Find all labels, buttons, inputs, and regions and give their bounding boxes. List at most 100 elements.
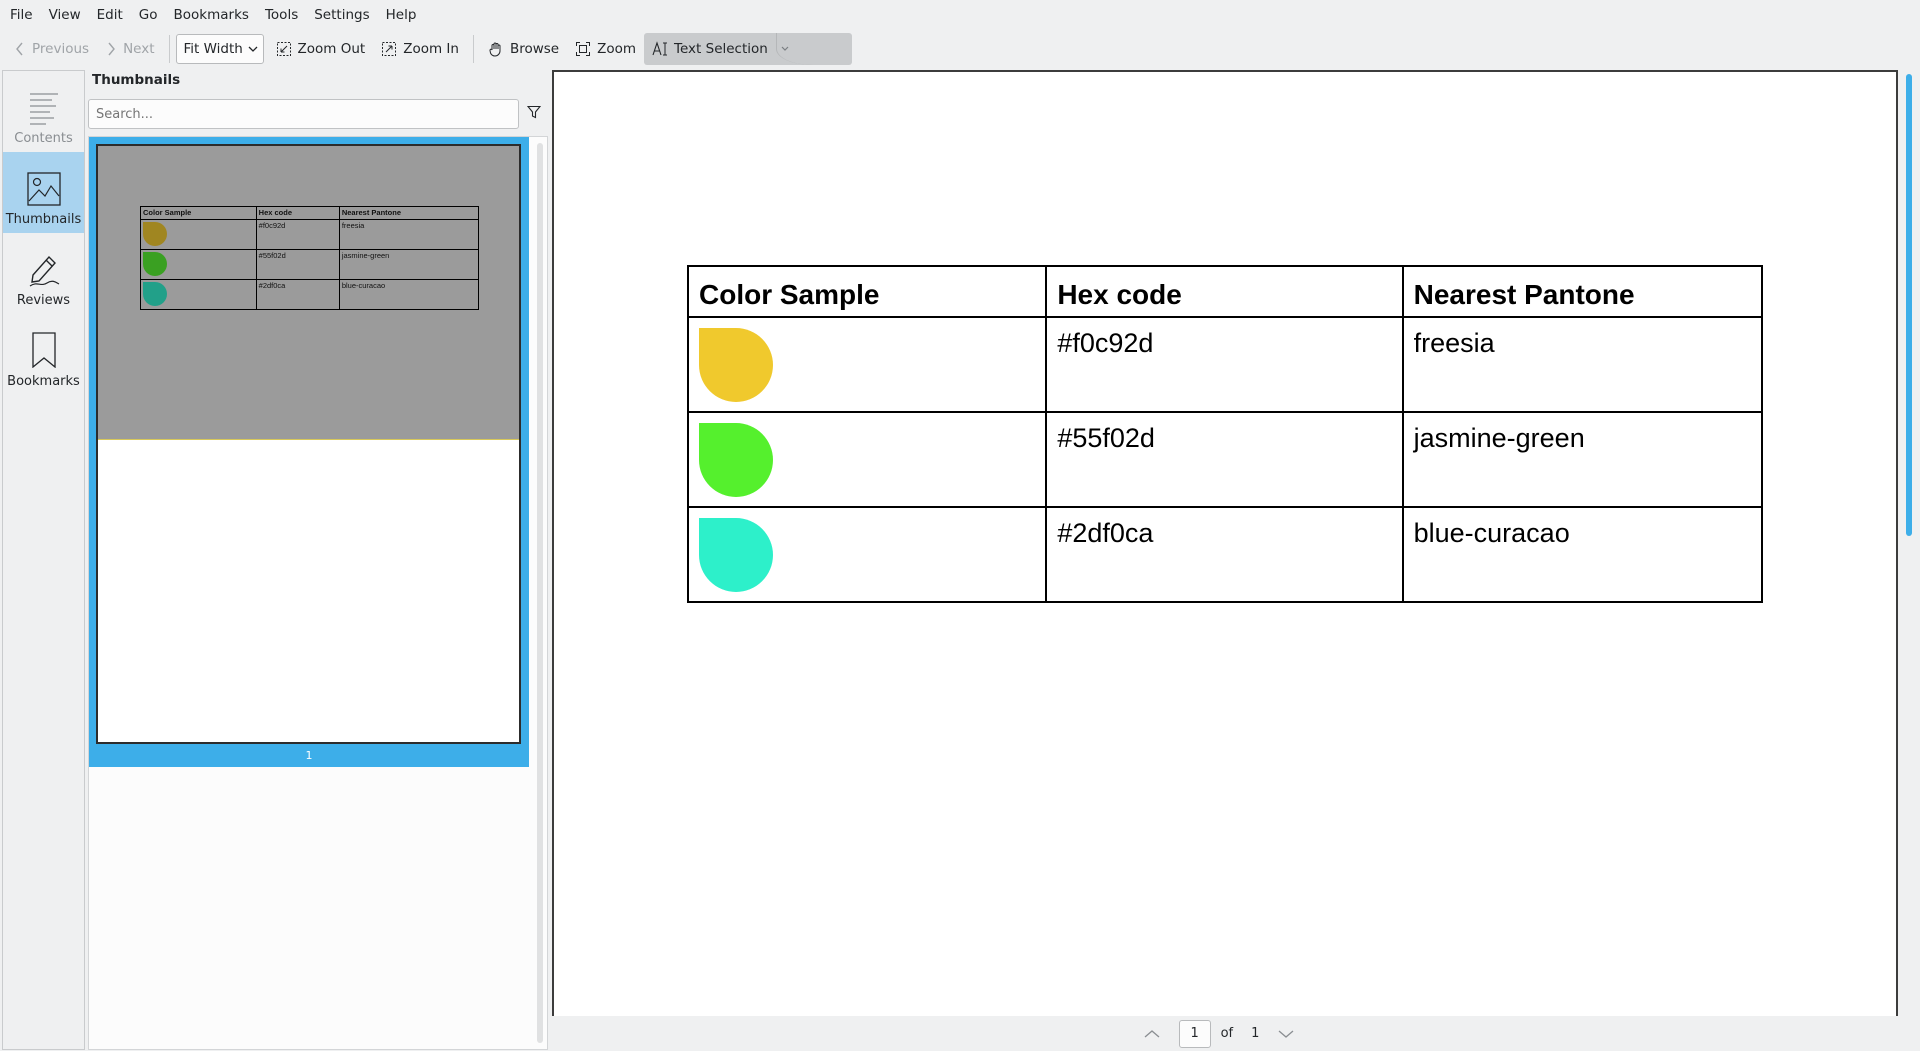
browse-tool-button[interactable]: Browse: [480, 33, 567, 65]
chevron-right-icon: [108, 42, 115, 56]
chevron-up-icon[interactable]: [1143, 1028, 1161, 1040]
text-selection-label: Text Selection: [674, 41, 768, 57]
zoom-out-button[interactable]: Zoom Out: [268, 33, 374, 65]
thumbnail-page-preview: Color Sample Hex code Nearest Pantone #f…: [96, 144, 521, 744]
table-row: #f0c92d freesia: [686, 316, 1764, 413]
text-selection-dropdown[interactable]: [775, 33, 850, 65]
cell-pantone: freesia: [1401, 316, 1764, 413]
zoom-area-icon: [576, 42, 591, 56]
next-label: Next: [123, 41, 155, 57]
thumb-header-hex-code: Hex code: [255, 206, 340, 220]
sidebar-item-contents[interactable]: Contents: [3, 71, 84, 152]
text-selection-tool-button[interactable]: Text Selection: [644, 33, 852, 65]
thumb-cell-sample: [140, 279, 257, 310]
page-of-label: of: [1220, 1026, 1234, 1041]
menu-view[interactable]: View: [41, 0, 89, 30]
thumb-cell-pantone: jasmine-green: [338, 249, 480, 280]
cell-color-sample: [686, 506, 1048, 603]
chevron-down-icon: [781, 46, 789, 51]
document-view: Color Sample Hex code Nearest Pantone #f…: [552, 70, 1920, 1020]
zoom-in-label: Zoom In: [403, 41, 459, 57]
thumbnails-panel: Thumbnails Color Sample Hex code Nearest…: [86, 70, 548, 1050]
cell-hex-code: #55f02d: [1045, 411, 1404, 508]
zoom-out-label: Zoom Out: [297, 41, 366, 57]
color-swatch: [699, 328, 773, 402]
sidebar-item-thumbnails[interactable]: Thumbnails: [3, 152, 84, 233]
header-hex-code: Hex code: [1045, 265, 1404, 318]
pagination-bar: 1 of 1: [552, 1016, 1920, 1051]
previous-button[interactable]: Previous: [6, 33, 97, 65]
pen-icon: [29, 255, 59, 287]
thumb-cell-pantone: blue-curacao: [338, 279, 480, 310]
thumbnails-icon: [26, 172, 61, 206]
cell-color-sample: [686, 411, 1048, 508]
cell-pantone: blue-curacao: [1401, 506, 1764, 603]
thumbnail-page-1[interactable]: Color Sample Hex code Nearest Pantone #f…: [89, 137, 529, 767]
menu-file[interactable]: File: [2, 0, 41, 30]
chevron-down-icon[interactable]: [1277, 1028, 1295, 1040]
zoom-mode-select[interactable]: Fit Width: [175, 34, 264, 64]
document-scrollbar[interactable]: [1906, 74, 1912, 536]
menu-settings[interactable]: Settings: [306, 0, 377, 30]
filter-icon[interactable]: [527, 105, 541, 119]
zoom-out-icon: [276, 42, 291, 56]
previous-label: Previous: [32, 41, 90, 57]
header-nearest-pantone: Nearest Pantone: [1401, 265, 1764, 318]
page-total: 1: [1251, 1026, 1260, 1041]
sidebar: Contents Thumbnails Reviews Bookmarks: [2, 70, 85, 1050]
header-color-sample: Color Sample: [686, 265, 1048, 318]
sidebar-item-bookmarks[interactable]: Bookmarks: [3, 314, 84, 395]
thumb-cell-hex: #2df0ca: [255, 279, 340, 310]
thumb-cell-sample: [140, 219, 257, 250]
chevron-left-icon: [16, 42, 23, 56]
sidebar-item-reviews[interactable]: Reviews: [3, 233, 84, 314]
sidebar-label-thumbnails: Thumbnails: [5, 212, 82, 227]
thumb-cell-hex: #55f02d: [255, 249, 340, 280]
menu-tools[interactable]: Tools: [257, 0, 306, 30]
cell-pantone: jasmine-green: [1401, 411, 1764, 508]
zoom-label: Zoom: [597, 41, 637, 57]
table-row: #55f02d jasmine-green: [686, 411, 1764, 508]
thumbnail-scrollbar[interactable]: [537, 143, 543, 1043]
color-swatch: [699, 518, 773, 592]
next-button[interactable]: Next: [97, 33, 162, 65]
cell-hex-code: #2df0ca: [1045, 506, 1404, 603]
zoom-in-icon: [382, 42, 397, 56]
chevron-down-icon: [248, 46, 257, 52]
menu-bookmarks[interactable]: Bookmarks: [166, 0, 257, 30]
thumb-header-color-sample: Color Sample: [140, 206, 257, 220]
thumb-color-swatch: [143, 252, 167, 276]
thumbnails-panel-title: Thumbnails: [92, 72, 181, 88]
text-cursor-icon: [652, 41, 668, 56]
thumb-color-swatch: [143, 282, 167, 306]
toolbar-separator: [472, 35, 474, 63]
zoom-tool-button[interactable]: Zoom: [567, 33, 644, 65]
thumb-cell-hex: #f0c92d: [255, 219, 340, 250]
contents-icon: [29, 93, 58, 125]
hand-icon: [489, 42, 501, 57]
zoom-mode-value: Fit Width: [183, 41, 243, 57]
menu-edit[interactable]: Edit: [89, 0, 131, 30]
toolbar: Previous Next Fit Width Zoom Out Zoom In…: [0, 30, 1920, 68]
zoom-in-button[interactable]: Zoom In: [373, 33, 467, 65]
menu-go[interactable]: Go: [131, 0, 166, 30]
thumb-cell-pantone: freesia: [338, 219, 480, 250]
page-number-input[interactable]: 1: [1178, 1019, 1211, 1048]
bookmark-icon: [31, 332, 56, 368]
sidebar-label-reviews: Reviews: [16, 293, 71, 308]
thumbnails-search-input[interactable]: [88, 99, 519, 129]
menu-help[interactable]: Help: [378, 0, 425, 30]
sidebar-label-contents: Contents: [14, 131, 73, 146]
thumb-header-nearest-pantone: Nearest Pantone: [338, 206, 480, 220]
cell-color-sample: [686, 316, 1048, 413]
thumbnail-list: Color Sample Hex code Nearest Pantone #f…: [88, 136, 548, 1050]
color-swatch: [699, 423, 773, 497]
document-page: Color Sample Hex code Nearest Pantone #f…: [552, 70, 1898, 1020]
toolbar-separator: [168, 35, 170, 63]
sidebar-label-bookmarks: Bookmarks: [7, 374, 80, 389]
cell-hex-code: #f0c92d: [1045, 316, 1404, 413]
thumbnail-table: Color Sample Hex code Nearest Pantone #f…: [140, 206, 480, 310]
thumbnail-page-number: 1: [305, 749, 313, 762]
color-table: Color Sample Hex code Nearest Pantone #f…: [686, 265, 1764, 603]
browse-label: Browse: [509, 41, 560, 57]
